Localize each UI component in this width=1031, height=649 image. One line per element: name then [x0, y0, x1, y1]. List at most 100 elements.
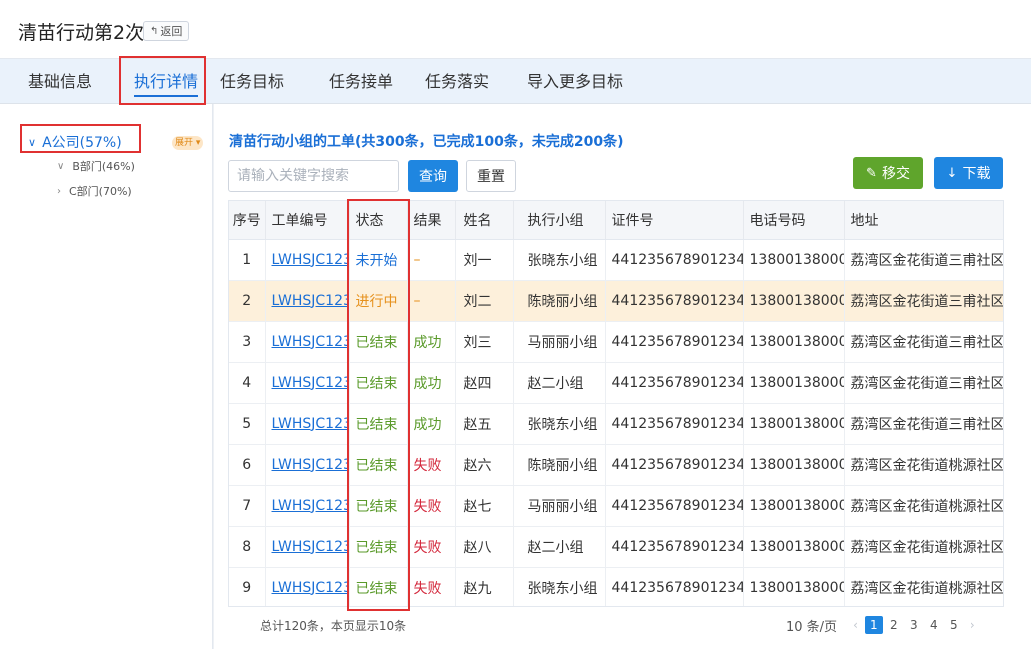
table-row[interactable]: 2 LWHSJC123 进行中 – 刘二 陈晓丽小组 4412356789012345 138… — [229, 280, 1004, 322]
cell-group: 陈晓丽小组 — [513, 444, 606, 486]
tab-task-accept[interactable]: 任务接单 — [329, 59, 393, 105]
cell-phone: 13800138000 — [743, 362, 845, 404]
cell-address: 荔湾区金花街道三甫社区 — [844, 280, 1004, 322]
tab-label: 执行详情 — [134, 72, 199, 91]
cell-order-no: LWHSJC123 — [265, 526, 350, 568]
cell-text: 1 — [242, 251, 252, 268]
cell-name: 赵五 — [455, 403, 514, 445]
column-header: 姓名 — [455, 201, 514, 240]
chevron-right-icon[interactable]: › — [57, 186, 61, 197]
search-input[interactable] — [228, 160, 399, 192]
order-link[interactable]: LWHSJC123 — [272, 252, 349, 268]
page-button[interactable]: 4 — [925, 616, 943, 634]
table-row[interactable]: 3 LWHSJC123 已结束 成功 刘三 马丽丽小组 4412356789012345 13… — [229, 321, 1004, 363]
cell-id-no: 4412356789012345 — [605, 362, 744, 404]
cell-id-no: 4412356789012345 — [605, 280, 744, 322]
cell-index: 9 — [229, 567, 266, 606]
cell-address: 荔湾区金花街道三甫社区 — [844, 239, 1004, 281]
tab-task-goal[interactable]: 任务目标 — [220, 59, 284, 105]
cell-phone: 13800138000 — [743, 444, 845, 486]
chevron-left-icon[interactable]: ‹ — [853, 618, 858, 632]
table-row[interactable]: 6 LWHSJC123 已结束 失败 赵六 陈晓丽小组 4412356789012345 13… — [229, 444, 1004, 486]
table-row[interactable]: 9 LWHSJC123 已结束 失败 赵九 张晓东小组 4412356789012345 13… — [229, 567, 1003, 606]
expand-badge[interactable]: 展开 ▾ — [172, 136, 204, 150]
cell-text: 13800138000 — [749, 333, 844, 350]
back-button[interactable]: ↰ 返回 — [143, 21, 190, 41]
download-button[interactable]: ↓ 下载 — [934, 157, 1003, 189]
cell-text: 已结束 — [355, 539, 398, 556]
order-link[interactable]: LWHSJC123 — [272, 457, 349, 473]
cell-text: 马丽丽小组 — [527, 498, 598, 515]
cell-text: 荔湾区金花街道三甫社区 — [850, 293, 1004, 310]
cell-status: 已结束 — [349, 362, 408, 404]
tab-execution-detail[interactable]: 执行详情 — [134, 59, 199, 105]
cell-text: 8 — [242, 538, 252, 555]
order-link[interactable]: LWHSJC123 — [272, 539, 349, 555]
page-button[interactable]: 2 — [885, 616, 903, 634]
cell-text: 已结束 — [355, 498, 398, 515]
page-button[interactable]: 1 — [864, 616, 883, 634]
cell-status: 已结束 — [349, 444, 408, 486]
cell-phone: 13800138000 — [743, 239, 845, 281]
cell-name: 赵六 — [455, 444, 514, 486]
tab-label: 导入更多目标 — [527, 72, 624, 91]
cell-text: 4412356789012345 — [611, 579, 743, 596]
tree-node-label: A公司(57%) — [42, 135, 122, 151]
cell-text: 4412356789012345 — [611, 497, 743, 514]
table-row[interactable]: 8 LWHSJC123 已结束 失败 赵八 赵二小组 4412356789012345 138… — [229, 526, 1003, 568]
cell-text: 刘二 — [463, 293, 492, 310]
table-row[interactable]: 1 LWHSJC123 未开始 – 刘一 张晓东小组 4412356789012345 138… — [229, 239, 1004, 281]
order-link[interactable]: LWHSJC123 — [272, 375, 349, 391]
cell-address: 荔湾区金花街道桃源社区 — [844, 526, 1003, 568]
chevron-right-icon[interactable]: › — [970, 618, 975, 632]
cell-text: 13800138000 — [749, 538, 844, 555]
cell-text: 陈晓丽小组 — [527, 457, 598, 474]
tree-node-child[interactable]: ∨ B部门(46%) — [57, 158, 135, 174]
order-link[interactable]: LWHSJC123 — [272, 498, 349, 514]
back-arrow-icon: ↰ — [150, 25, 159, 37]
cell-order-no: LWHSJC123 — [265, 485, 350, 527]
chevron-down-icon[interactable]: ∨ — [28, 136, 36, 149]
cell-group: 张晓东小组 — [513, 567, 606, 606]
cell-name: 赵七 — [455, 485, 514, 527]
reset-button[interactable]: 重置 — [466, 160, 516, 192]
cell-text: 荔湾区金花街道三甫社区 — [850, 416, 1004, 433]
table-row[interactable]: 4 LWHSJC123 已结束 成功 赵四 赵二小组 4412356789012345 138… — [229, 362, 1003, 404]
cell-text: 4412356789012345 — [611, 456, 743, 473]
cell-text: 荔湾区金花街道三甫社区 — [850, 334, 1004, 351]
cell-text: – — [413, 292, 421, 309]
tree-node-child[interactable]: › C部门(70%) — [57, 183, 132, 199]
order-link[interactable]: LWHSJC123 — [272, 580, 349, 596]
tab-import-more[interactable]: 导入更多目标 — [527, 59, 623, 105]
tab-basic-info[interactable]: 基础信息 — [28, 59, 92, 105]
table-row[interactable]: 7 LWHSJC123 已结束 失败 赵七 马丽丽小组 4412356789012345 13… — [229, 485, 1003, 527]
cell-text: 失败 — [413, 498, 442, 515]
cell-index: 1 — [229, 239, 266, 281]
cell-id-no: 4412356789012345 — [605, 239, 744, 281]
cell-text: 13800138000 — [749, 415, 844, 432]
cell-text: 荔湾区金花街道三甫社区 — [850, 252, 1004, 269]
order-link[interactable]: LWHSJC123 — [272, 416, 349, 432]
transfer-button[interactable]: ✎ 移交 — [853, 157, 923, 189]
chevron-down-icon[interactable]: ∨ — [57, 161, 64, 172]
cell-text: 赵五 — [463, 416, 492, 433]
column-header: 地址 — [844, 201, 1003, 240]
cell-text: 失败 — [413, 580, 442, 597]
tree-node-root[interactable]: ∨ A公司(57%) — [28, 132, 122, 152]
page-size-select[interactable]: 10 条/页 — [786, 616, 837, 635]
cell-address: 荔湾区金花街道三甫社区 — [844, 321, 1004, 363]
cell-text: 荔湾区金花街道桃源社区 — [850, 457, 1004, 474]
page-button[interactable]: 5 — [945, 616, 963, 634]
query-button[interactable]: 查询 — [408, 160, 458, 192]
page-button[interactable]: 3 — [905, 616, 923, 634]
order-link[interactable]: LWHSJC123 — [272, 293, 349, 309]
cell-id-no: 4412356789012345 — [605, 567, 744, 606]
cell-text: 刘一 — [463, 252, 492, 269]
page-header: 清苗行动第2次 ↰ 返回 — [0, 0, 1031, 58]
tab-task-implement[interactable]: 任务落实 — [425, 59, 489, 105]
cell-text: 4412356789012345 — [611, 292, 743, 309]
table-row[interactable]: 5 LWHSJC123 已结束 成功 赵五 张晓东小组 4412356789012345 13… — [229, 403, 1004, 445]
cell-index: 4 — [229, 362, 266, 404]
cell-phone: 13800138000 — [743, 280, 845, 322]
order-link[interactable]: LWHSJC123 — [272, 334, 349, 350]
